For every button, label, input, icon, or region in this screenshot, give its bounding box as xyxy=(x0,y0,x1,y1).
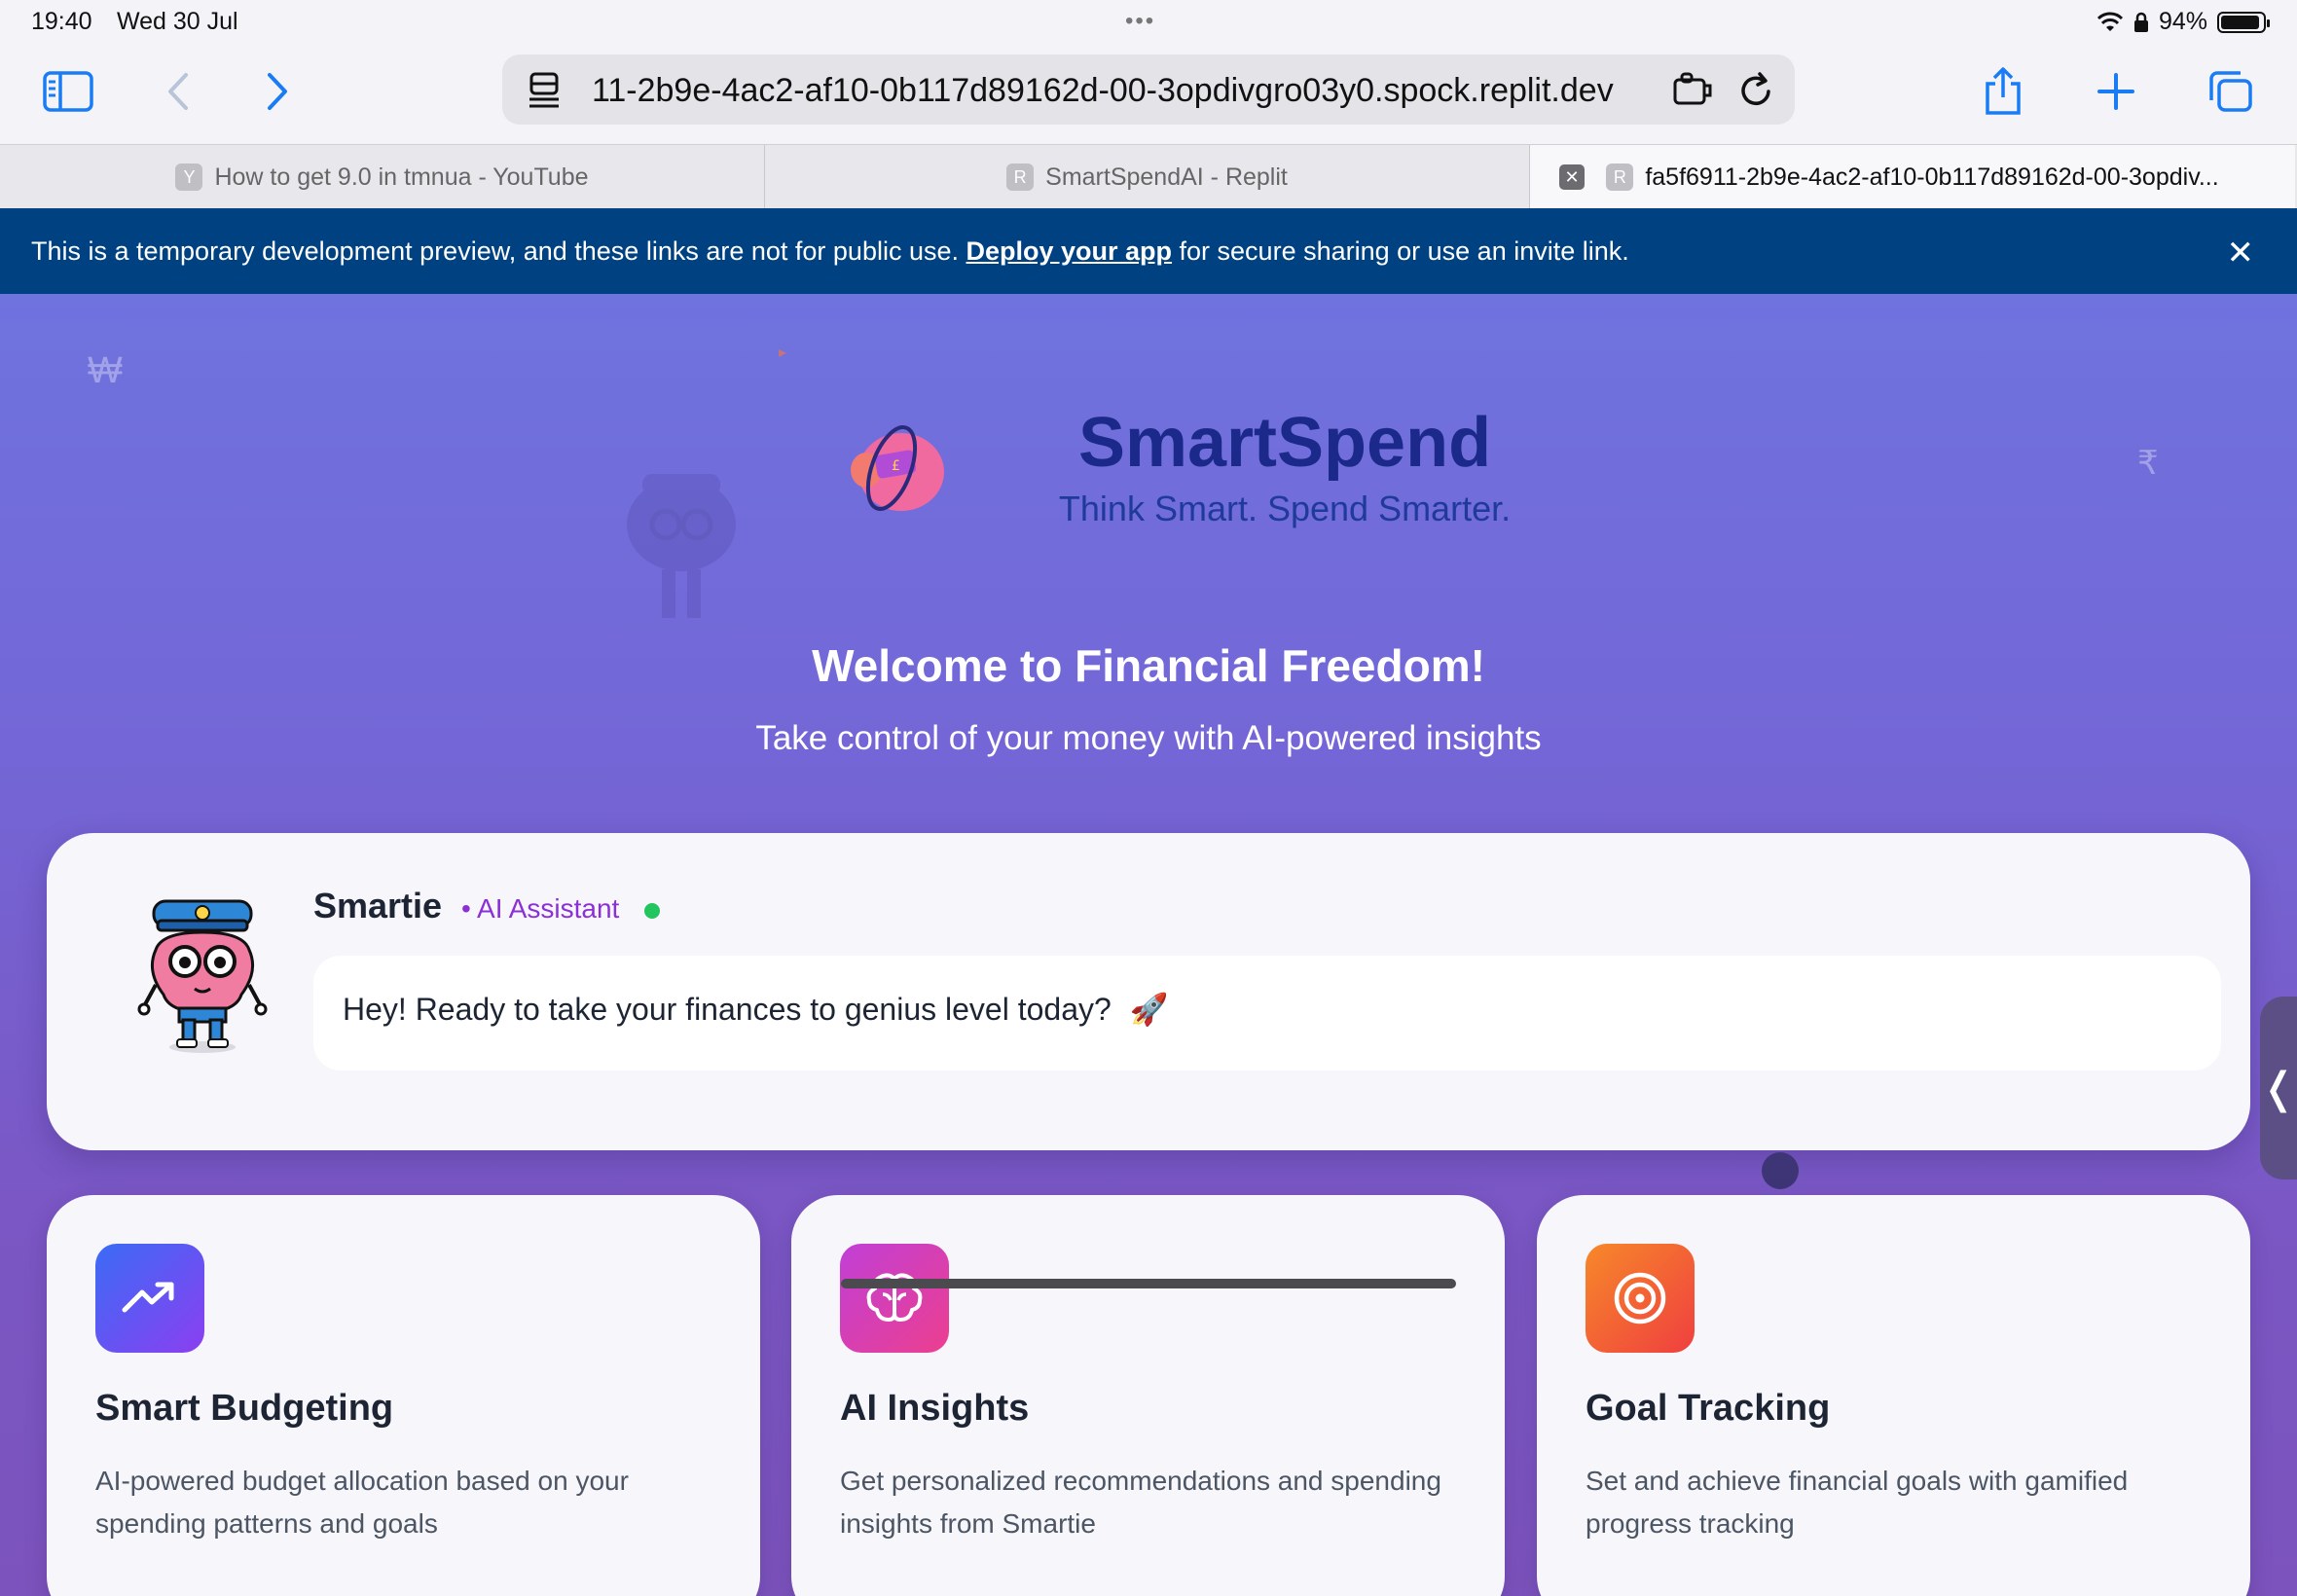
battery-percent: 94% xyxy=(2158,8,2207,35)
tab-active-preview[interactable]: ✕ R fa5f6911-2b9e-4ac2-af10-0b117d89162d… xyxy=(1530,145,2295,209)
ghost-mascot-icon xyxy=(627,474,736,618)
multitask-dots-icon[interactable]: ••• xyxy=(1125,8,1155,35)
sidebar-toggle-icon[interactable] xyxy=(39,62,97,121)
feature-title: Smart Budgeting xyxy=(95,1388,394,1429)
chat-bubble: Hey! Ready to take your finances to geni… xyxy=(313,956,2221,1070)
tab-close-icon[interactable]: ✕ xyxy=(1559,164,1585,190)
feature-card-smart-budgeting[interactable]: Smart Budgeting AI-powered budget alloca… xyxy=(47,1195,760,1596)
tab-bar: Y How to get 9.0 in tmnua - YouTube R Sm… xyxy=(0,144,2297,209)
browser-toolbar: 11-2b9e-4ac2-af10-0b117d89162d-00-3opdiv… xyxy=(0,49,2297,144)
home-indicator[interactable] xyxy=(841,1279,1456,1288)
floating-currency-icon: ₩ xyxy=(88,350,123,391)
wifi-icon xyxy=(2096,12,2124,31)
banner-text: This is a temporary development preview,… xyxy=(31,236,1629,267)
brand-title: SmartSpend xyxy=(1077,404,1492,482)
target-icon xyxy=(1586,1244,1695,1353)
address-bar[interactable]: 11-2b9e-4ac2-af10-0b117d89162d-00-3opdiv… xyxy=(502,54,1795,125)
tab-favicon: R xyxy=(1606,163,1634,191)
feature-title: Goal Tracking xyxy=(1586,1388,1831,1429)
tab-title: fa5f6911-2b9e-4ac2-af10-0b117d89162d-00-… xyxy=(1645,163,2219,191)
assistant-role: • AI Assistant xyxy=(461,893,620,924)
share-icon[interactable] xyxy=(1974,62,2032,121)
tab-youtube[interactable]: Y How to get 9.0 in tmnua - YouTube xyxy=(0,145,765,209)
banner-close-icon[interactable]: ✕ xyxy=(2227,234,2255,272)
deploy-app-link[interactable]: Deploy your app xyxy=(966,236,1173,266)
side-panel-handle-icon[interactable]: ❬ xyxy=(2260,997,2297,1179)
page-menu-icon[interactable] xyxy=(528,72,563,109)
welcome-heading: Welcome to Financial Freedom! xyxy=(812,640,1485,691)
brand-tagline: Think Smart. Spend Smarter. xyxy=(1058,489,1512,528)
trending-up-icon xyxy=(95,1244,204,1353)
app-page: ₩ ₹ ▸ £ SmartSpend Think Smart. Spend Sm… xyxy=(0,294,2297,1596)
touch-indicator-dot xyxy=(1762,1152,1799,1189)
smartie-mascot-icon xyxy=(137,899,268,1053)
feature-card-goal-tracking[interactable]: Goal Tracking Set and achieve financial … xyxy=(1537,1195,2250,1596)
status-date: Wed 30 Jul xyxy=(117,8,238,35)
floating-sparkle-icon: ▸ xyxy=(779,345,787,361)
status-time: 19:40 xyxy=(31,8,92,35)
tab-title: SmartSpendAI - Replit xyxy=(1045,163,1288,191)
online-status-dot xyxy=(644,903,660,919)
extension-icon[interactable] xyxy=(1672,72,1715,109)
forward-icon[interactable] xyxy=(249,62,308,121)
rocket-icon: 🚀 xyxy=(1129,992,1169,1027)
assistant-message: Hey! Ready to take your finances to geni… xyxy=(343,991,1169,1028)
battery-icon xyxy=(2217,11,2270,33)
assistant-name: Smartie xyxy=(313,886,443,925)
assistant-card: Smartie • AI Assistant Hey! Ready to tak… xyxy=(47,833,2250,1150)
smartspend-logo-icon: £ xyxy=(851,425,944,511)
banner-text-after: for secure sharing or use an invite link… xyxy=(1172,236,1629,266)
feature-description: AI-powered budget allocation based on yo… xyxy=(95,1466,629,1539)
status-bar: 19:40 Wed 30 Jul ••• 94% xyxy=(0,0,2297,49)
tab-title: How to get 9.0 in tmnua - YouTube xyxy=(214,163,589,191)
tab-replit[interactable]: R SmartSpendAI - Replit xyxy=(765,145,1530,209)
back-icon[interactable] xyxy=(148,62,206,121)
svg-text:£: £ xyxy=(892,458,900,474)
status-indicators: 94% xyxy=(2096,8,2270,36)
tab-favicon: Y xyxy=(175,163,203,191)
floating-currency-icon: ₹ xyxy=(2137,445,2159,482)
lock-rotation-icon xyxy=(2133,12,2148,32)
feature-description: Set and achieve financial goals with gam… xyxy=(1586,1466,2129,1539)
feature-description: Get personalized recommendations and spe… xyxy=(840,1466,1441,1539)
banner-text-before: This is a temporary development preview,… xyxy=(31,236,966,266)
brain-icon xyxy=(840,1244,949,1353)
reload-icon[interactable] xyxy=(1738,70,1775,109)
feature-card-ai-insights[interactable]: AI Insights Get personalized recommendat… xyxy=(791,1195,1505,1596)
assistant-message-text: Hey! Ready to take your finances to geni… xyxy=(343,992,1112,1027)
new-tab-icon[interactable] xyxy=(2087,62,2145,121)
url-text: 11-2b9e-4ac2-af10-0b117d89162d-00-3opdiv… xyxy=(592,72,1614,109)
preview-banner: This is a temporary development preview,… xyxy=(0,208,2297,294)
tab-favicon: R xyxy=(1006,163,1035,191)
feature-title: AI Insights xyxy=(840,1388,1030,1429)
welcome-subtitle: Take control of your money with AI-power… xyxy=(755,719,1542,757)
tab-overview-icon[interactable] xyxy=(2202,62,2260,121)
